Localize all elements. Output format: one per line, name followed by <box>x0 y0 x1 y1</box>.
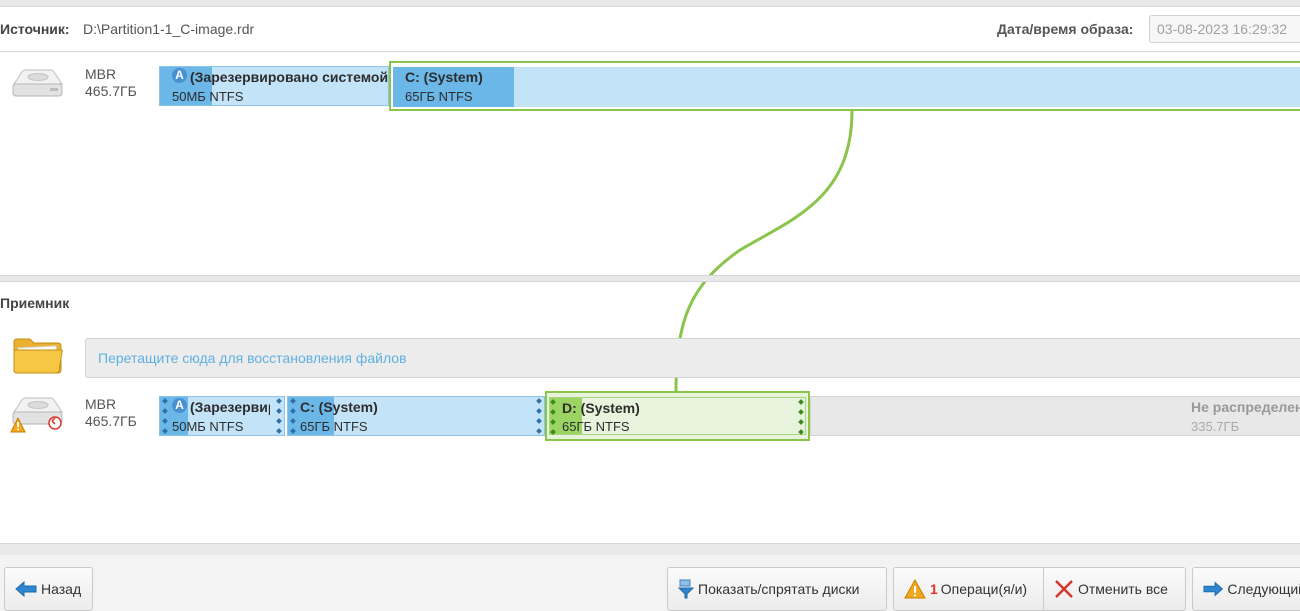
partition-size: 65ГБ NTFS <box>562 419 630 434</box>
destination-partition-c[interactable]: C: (System) 65ГБ NTFS <box>287 396 545 436</box>
disk-size: 465.7ГБ <box>85 413 137 429</box>
cancel-all-label: Отменить все <box>1078 581 1168 597</box>
arrow-left-icon <box>15 581 37 597</box>
hard-disk-warning-icon <box>10 397 63 433</box>
restore-files-dropzone[interactable]: Перетащите сюда для восстановления файло… <box>85 338 1300 378</box>
cancel-all-button[interactable]: Отменить все <box>1043 567 1186 611</box>
operations-count: 1 <box>930 581 938 597</box>
resize-handle-right[interactable] <box>536 398 542 434</box>
partition-name: (Зарезервировано системой) <box>190 399 270 415</box>
close-icon <box>1055 580 1073 598</box>
warning-icon <box>904 579 926 599</box>
destination-disk-info: MBR 465.7ГБ <box>85 396 137 430</box>
next-button[interactable]: Следующий <box>1192 567 1300 611</box>
partition-size: 50МБ NTFS <box>172 419 244 434</box>
partition-name: D: (System) <box>562 400 640 416</box>
resize-handle-left[interactable] <box>290 398 296 434</box>
operations-label: Операци(я/и) <box>940 581 1028 597</box>
disk-type: MBR <box>85 396 117 412</box>
resize-handle-right[interactable] <box>798 399 804 435</box>
partition-d-inner: D: (System) 65ГБ NTFS <box>549 397 806 435</box>
disk-filter-icon <box>678 579 694 599</box>
folder-icon <box>13 338 63 374</box>
arrow-right-icon <box>1203 581 1224 597</box>
resize-handle-left[interactable] <box>550 399 556 435</box>
next-button-label: Следующий <box>1227 581 1300 597</box>
panel-splitter[interactable] <box>0 275 1300 282</box>
mapping-connector <box>674 110 854 393</box>
bottom-splitter <box>0 543 1300 555</box>
unallocated-space[interactable]: Не распределено 335.7ГБ <box>810 396 1300 436</box>
unallocated-label: Не распределено <box>1191 399 1300 415</box>
show-hide-disks-button[interactable]: Показать/спрятать диски <box>667 567 887 611</box>
restore-wizard: Источник: D:\Partition1-1_C-image.rdr Да… <box>0 0 1300 611</box>
partition-size: 65ГБ NTFS <box>300 419 368 434</box>
destination-partition-reserved[interactable]: A (Зарезервировано системой) 50МБ NTFS <box>159 396 285 436</box>
destination-label: Приемник <box>0 295 70 311</box>
back-button-label: Назад <box>41 581 82 597</box>
system-reserved-icon: A <box>172 398 187 413</box>
destination-partition-d[interactable]: D: (System) 65ГБ NTFS <box>545 391 810 441</box>
resize-handle-right[interactable] <box>276 398 282 434</box>
back-button[interactable]: Назад <box>4 567 93 611</box>
partition-name: C: (System) <box>300 399 378 415</box>
operations-button[interactable]: 1 Операци(я/и) <box>893 567 1044 611</box>
show-hide-disks-label: Показать/спрятать диски <box>698 581 860 597</box>
unallocated-size: 335.7ГБ <box>1191 419 1240 434</box>
footer-toolbar: Назад Показать/спрятать диски 1 Операци(… <box>0 555 1300 611</box>
resize-handle-left[interactable] <box>162 398 168 434</box>
